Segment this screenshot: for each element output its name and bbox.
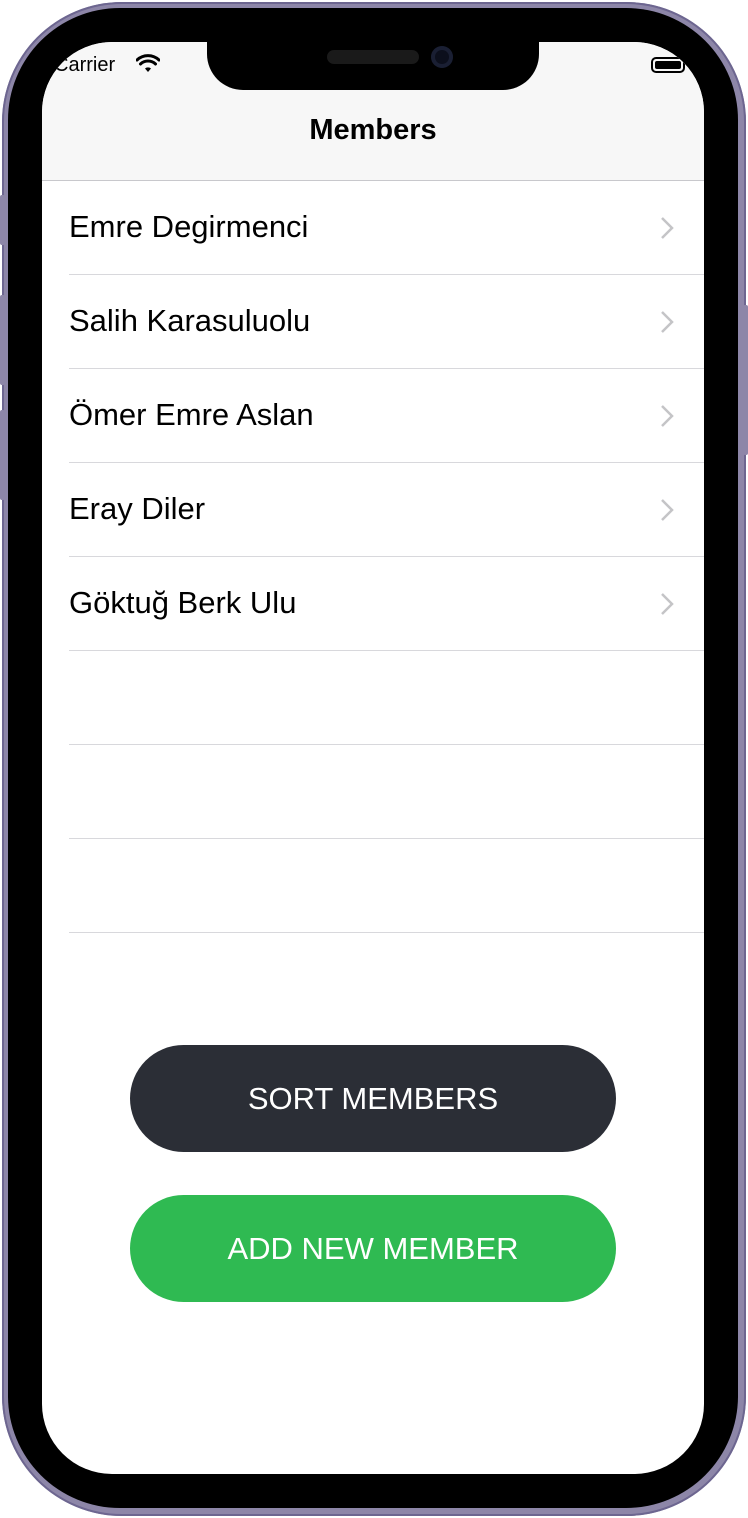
chevron-right-icon xyxy=(661,593,674,615)
member-name: Ömer Emre Aslan xyxy=(69,397,314,432)
page-title: Members xyxy=(309,114,437,146)
table-row[interactable]: Ömer Emre Aslan xyxy=(42,369,704,463)
table-row[interactable]: Göktuğ Berk Ulu xyxy=(42,557,704,651)
silent-switch xyxy=(0,195,5,245)
member-name: Eray Diler xyxy=(69,491,206,526)
chevron-right-icon xyxy=(661,405,674,427)
power-button xyxy=(743,305,748,455)
wifi-icon xyxy=(136,54,160,72)
sort-members-button[interactable]: SORT MEMBERS xyxy=(130,1045,616,1152)
speaker xyxy=(327,50,419,64)
chevron-right-icon xyxy=(661,499,674,521)
front-camera xyxy=(431,46,453,68)
battery-icon xyxy=(651,57,685,73)
member-name: Emre Degirmenci xyxy=(69,209,309,244)
volume-down-button xyxy=(0,410,5,500)
members-table: Emre Degirmenci Salih Karasuluolu Ömer E… xyxy=(42,181,704,933)
member-name: Göktuğ Berk Ulu xyxy=(69,585,297,620)
table-row[interactable]: Eray Diler xyxy=(42,463,704,557)
add-new-member-button[interactable]: ADD NEW MEMBER xyxy=(130,1195,616,1302)
table-row[interactable]: Emre Degirmenci xyxy=(42,181,704,275)
empty-table-row xyxy=(42,745,704,839)
empty-table-row xyxy=(42,839,704,933)
chevron-right-icon xyxy=(661,217,674,239)
empty-table-row xyxy=(42,651,704,745)
table-row[interactable]: Salih Karasuluolu xyxy=(42,275,704,369)
screen: Members Carrier Emre Degirmenci Salih Ka… xyxy=(42,42,704,1474)
carrier-label: Carrier xyxy=(54,54,116,76)
member-name: Salih Karasuluolu xyxy=(69,303,311,338)
volume-up-button xyxy=(0,295,5,385)
chevron-right-icon xyxy=(661,311,674,333)
notch xyxy=(207,42,539,90)
